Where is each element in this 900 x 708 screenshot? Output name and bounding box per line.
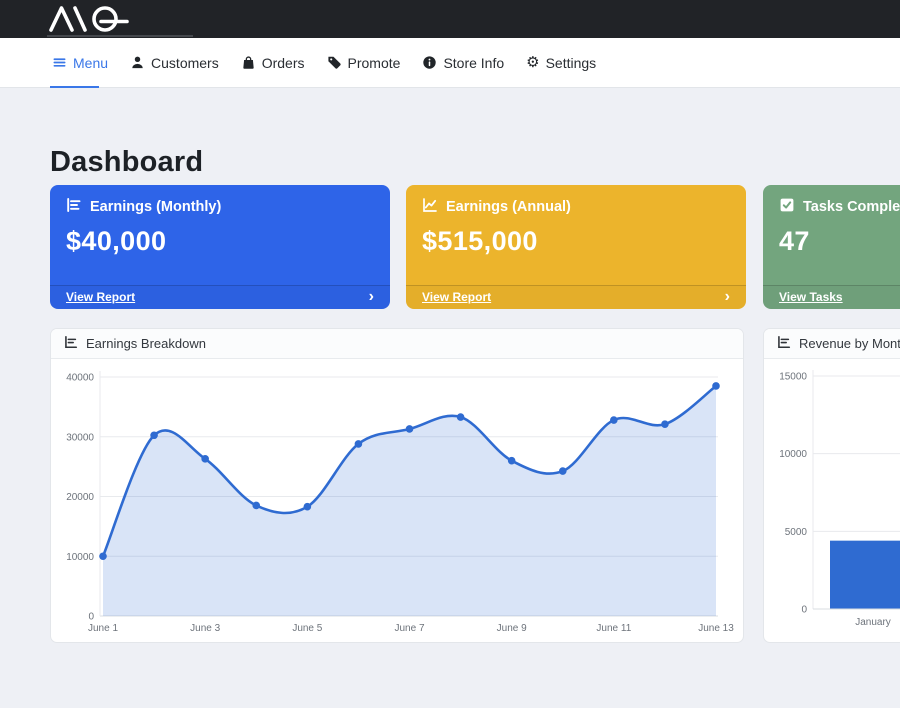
nav-item-promote[interactable]: Promote <box>327 38 401 87</box>
page-title: Dashboard <box>50 146 203 179</box>
card-footer[interactable]: View Report › <box>50 285 390 309</box>
nav-label: Customers <box>151 55 219 71</box>
card-title: Tasks Completed <box>803 199 900 215</box>
view-report-link[interactable]: View Report <box>66 290 135 304</box>
svg-text:5000: 5000 <box>785 527 808 538</box>
brand-logo[interactable] <box>48 5 129 33</box>
tag-icon <box>327 55 342 70</box>
svg-text:10000: 10000 <box>779 449 807 460</box>
card-value: 47 <box>779 226 900 257</box>
svg-text:10000: 10000 <box>66 552 94 563</box>
bar-chart-icon <box>777 335 791 352</box>
svg-text:June 1: June 1 <box>88 623 118 634</box>
line-chart-icon <box>422 197 438 217</box>
info-circle-icon <box>422 55 437 70</box>
nav-item-orders[interactable]: Orders <box>241 38 305 87</box>
logo-underline <box>47 35 193 37</box>
nav-label: Settings <box>546 55 597 71</box>
svg-text:June 9: June 9 <box>497 623 527 634</box>
panel-title: Earnings Breakdown <box>86 336 206 351</box>
revenue-by-month-chart: 0 5000 10000 15000 January <box>764 359 900 643</box>
svg-text:June 13: June 13 <box>698 623 734 634</box>
svg-text:40000: 40000 <box>66 373 94 384</box>
svg-text:January: January <box>855 617 891 628</box>
svg-text:June 11: June 11 <box>596 623 631 634</box>
card-tasks-completed[interactable]: Tasks Completed 47 View Tasks › <box>763 185 900 309</box>
svg-text:0: 0 <box>88 612 94 623</box>
chevron-right-icon: › <box>725 289 730 305</box>
main-nav: Menu Customers Orders Promote Store Info <box>0 38 900 88</box>
view-tasks-link[interactable]: View Tasks <box>779 290 843 304</box>
nav-label: Orders <box>262 55 305 71</box>
bar-chart-icon <box>64 335 78 352</box>
app-window: Menu Customers Orders Promote Store Info <box>0 0 900 708</box>
card-earnings-annual[interactable]: Earnings (Annual) $515,000 View Report › <box>406 185 746 309</box>
nav-item-settings[interactable]: ⚙︎ Settings <box>526 38 596 87</box>
view-report-link[interactable]: View Report <box>422 290 491 304</box>
nav-item-customers[interactable]: Customers <box>130 38 219 87</box>
svg-text:0: 0 <box>801 605 807 616</box>
earnings-breakdown-chart: 0 10000 20000 30000 40000 June 1 June 3 June 5 J… <box>51 359 743 643</box>
card-title: Earnings (Monthly) <box>90 199 221 215</box>
hamburger-icon <box>52 55 67 70</box>
gear-icon: ⚙︎ <box>526 55 539 70</box>
svg-text:30000: 30000 <box>66 432 94 443</box>
svg-text:June 3: June 3 <box>190 623 220 634</box>
card-earnings-monthly[interactable]: Earnings (Monthly) $40,000 View Report › <box>50 185 390 309</box>
panel-header: Earnings Breakdown <box>51 329 743 359</box>
nav-label: Promote <box>348 55 401 71</box>
bar-chart-icon <box>66 197 82 217</box>
card-value: $515,000 <box>422 226 730 257</box>
card-footer[interactable]: View Report › <box>406 285 746 309</box>
svg-text:15000: 15000 <box>779 372 807 383</box>
person-icon <box>130 55 145 70</box>
shopping-bag-icon <box>241 55 256 70</box>
top-app-bar <box>0 0 900 38</box>
panel-title: Revenue by Month <box>799 336 900 351</box>
panel-revenue-by-month: Revenue by Month 0 5000 10000 15000 January <box>763 328 900 643</box>
chevron-right-icon: › <box>369 289 374 305</box>
svg-text:June 7: June 7 <box>394 623 424 634</box>
nav-label: Store Info <box>443 55 504 71</box>
svg-text:20000: 20000 <box>66 492 94 503</box>
nav-item-store-info[interactable]: Store Info <box>422 38 504 87</box>
check-square-icon <box>779 197 795 217</box>
card-value: $40,000 <box>66 226 374 257</box>
nav-item-menu[interactable]: Menu <box>52 38 108 87</box>
panel-earnings-breakdown: Earnings Breakdown 0 10000 20000 30000 40000… <box>50 328 744 643</box>
card-footer[interactable]: View Tasks › <box>763 285 900 309</box>
nav-label: Menu <box>73 55 108 71</box>
panel-header: Revenue by Month <box>764 329 900 359</box>
svg-text:June 5: June 5 <box>292 623 322 634</box>
card-title: Earnings (Annual) <box>446 199 571 215</box>
